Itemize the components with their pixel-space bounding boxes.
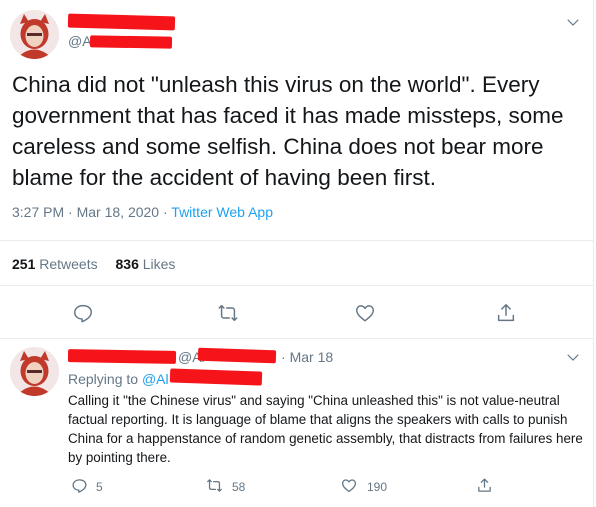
reply-count: 5: [96, 480, 103, 494]
divider: [0, 338, 593, 339]
like-icon[interactable]: [340, 477, 358, 494]
divider: [0, 285, 593, 286]
replying-to: Replying to @Al: [68, 371, 169, 387]
retweets-stat[interactable]: 251 Retweets: [12, 256, 98, 272]
tweet-thread: @Al China did not "unleash this virus on…: [0, 0, 594, 507]
display-name-redaction: [67, 349, 177, 364]
meta-separator: ·: [162, 204, 168, 220]
tweet-time[interactable]: 3:27 PM: [12, 204, 64, 220]
reply-icon[interactable]: [71, 477, 88, 494]
share-icon[interactable]: [476, 476, 493, 495]
retweet-count: 58: [232, 480, 246, 494]
avatar[interactable]: [10, 10, 59, 59]
replying-to-handle[interactable]: @Al: [142, 371, 169, 387]
tweet-meta: 3:27 PM · Mar 18, 2020 · Twitter Web App: [12, 204, 273, 220]
tweet-stats: 251 Retweets 836 Likes: [12, 256, 189, 272]
divider: [0, 240, 593, 241]
chevron-down-icon[interactable]: [564, 13, 582, 31]
likes-stat[interactable]: 836 Likes: [116, 256, 176, 272]
tweet-date[interactable]: Mar 18, 2020: [77, 204, 160, 220]
like-count: 190: [367, 480, 388, 494]
reply-text: Calling it "the Chinese virus" and sayin…: [68, 393, 583, 465]
share-icon[interactable]: [495, 301, 517, 325]
replying-handle-redaction: [169, 368, 263, 386]
reply-icon[interactable]: [72, 302, 94, 324]
display-name-redaction: [67, 13, 176, 31]
reply-date[interactable]: · Mar 18: [281, 349, 333, 365]
handle-redaction: [89, 35, 173, 49]
retweet-icon[interactable]: [216, 302, 240, 324]
avatar[interactable]: [10, 347, 59, 396]
handle-redaction: [197, 347, 277, 364]
retweet-icon[interactable]: [205, 477, 224, 494]
meta-separator: ·: [68, 204, 73, 220]
chevron-down-icon[interactable]: [564, 348, 582, 366]
tweet-text: China did not "unleash this virus on the…: [12, 72, 564, 190]
tweet-source[interactable]: Twitter Web App: [171, 204, 273, 220]
like-icon[interactable]: [354, 302, 376, 324]
